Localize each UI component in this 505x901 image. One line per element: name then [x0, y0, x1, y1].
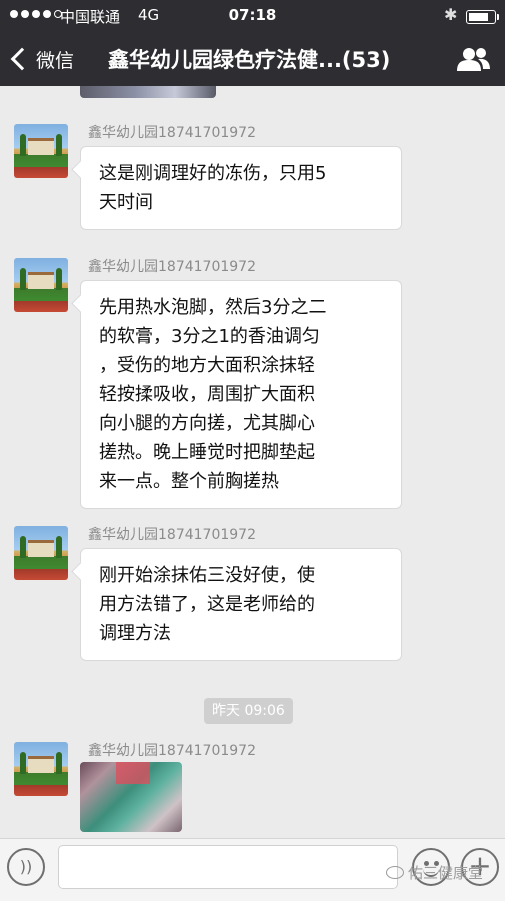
previous-image-message[interactable]	[80, 86, 216, 98]
message-line: 搓热。晚上睡觉时把脚垫起	[99, 442, 315, 463]
group-icon	[457, 48, 490, 71]
avatar[interactable]	[14, 742, 68, 796]
message-line: 向小腿的方向搓，尤其脚心	[99, 413, 315, 434]
message-line: 刚开始涂抹佑三没好使，使	[99, 565, 315, 586]
message-bubble[interactable]: 这是刚调理好的冻伤，只用5 天时间	[80, 146, 402, 230]
chevron-left-icon	[10, 47, 34, 71]
message-line: 这是刚调理好的冻伤，只用5	[99, 163, 327, 184]
message-line: 用方法错了，这是老师给的	[99, 594, 315, 615]
message-line: 调理方法	[99, 623, 171, 644]
time-separator: 昨天 09:06	[204, 698, 293, 724]
nav-bar: 微信 鑫华幼儿园绿色疗法健...(53)	[0, 32, 505, 86]
sender-name: 鑫华幼儿园18741701972	[88, 125, 256, 141]
message-line: 的软膏，3分之1的香油调匀	[99, 326, 320, 347]
status-bar: 中国联通 4G 07:18 ✱	[0, 0, 505, 32]
bluetooth-icon: ✱	[444, 5, 458, 24]
message-input[interactable]	[58, 845, 398, 889]
back-button[interactable]: 微信	[10, 40, 74, 78]
voice-button[interactable]: ))	[7, 848, 45, 886]
status-time: 07:18	[228, 6, 277, 24]
message-line: 轻按揉吸收，周围扩大面积	[99, 384, 315, 405]
avatar[interactable]	[14, 258, 68, 312]
message-line: 先用热水泡脚，然后3分之二	[99, 297, 327, 318]
watermark: 佑三健康堂	[386, 862, 483, 883]
message-bubble[interactable]: 先用热水泡脚，然后3分之二 的软膏，3分之1的香油调匀 ，受伤的地方大面积涂抹轻…	[80, 280, 402, 509]
watermark-text: 佑三健康堂	[408, 864, 484, 882]
wechat-logo-icon	[386, 866, 404, 879]
voice-icon: ))	[19, 857, 33, 876]
battery-icon	[466, 10, 499, 24]
message-bubble[interactable]: 刚开始涂抹佑三没好使，使 用方法错了，这是老师给的 调理方法	[80, 548, 402, 661]
back-label: 微信	[36, 49, 75, 72]
sender-name: 鑫华幼儿园18741701972	[88, 743, 256, 759]
sender-name: 鑫华幼儿园18741701972	[88, 527, 256, 543]
group-info-button[interactable]	[456, 46, 492, 72]
message-line: 天时间	[99, 192, 153, 213]
message-line: ，受伤的地方大面积涂抹轻	[99, 355, 315, 376]
avatar[interactable]	[14, 526, 68, 580]
chat-area[interactable]: 鑫华幼儿园18741701972 这是刚调理好的冻伤，只用5 天时间 鑫华幼儿园…	[0, 86, 505, 838]
message-line: 来一点。整个前胸搓热	[99, 471, 279, 492]
avatar[interactable]	[14, 124, 68, 178]
chat-title: 鑫华幼儿园绿色疗法健...(53)	[108, 48, 391, 72]
sender-name: 鑫华幼儿园18741701972	[88, 259, 256, 275]
image-message[interactable]	[80, 762, 182, 832]
